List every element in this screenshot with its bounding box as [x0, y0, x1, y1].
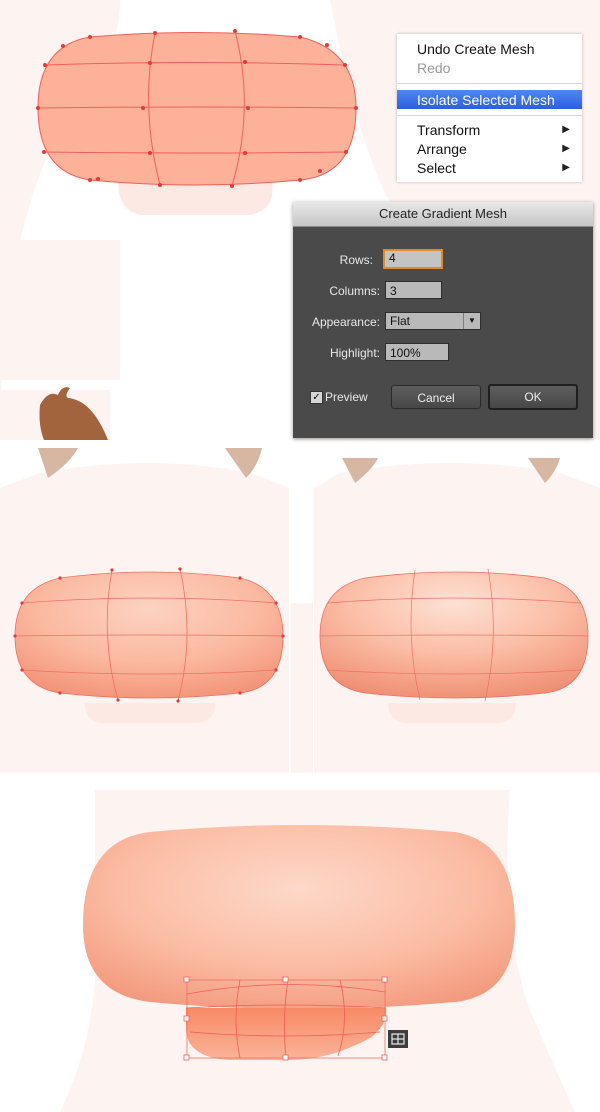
appearance-select[interactable]: Flat ▼	[385, 312, 481, 330]
menu-item-transform[interactable]: Transform ▶	[397, 120, 582, 139]
menu-item-select[interactable]: Select ▶	[397, 158, 582, 177]
menu-item-label: Isolate Selected Mesh	[417, 91, 555, 108]
menu-item-label: Transform	[417, 121, 481, 138]
appearance-value: Flat	[390, 314, 411, 328]
menu-item-arrange[interactable]: Arrange ▶	[397, 139, 582, 158]
rows-label: Rows:	[339, 253, 373, 267]
submenu-arrow-icon: ▶	[562, 162, 570, 173]
ok-button[interactable]: OK	[488, 384, 578, 410]
columns-input[interactable]: 3	[385, 281, 442, 299]
context-menu: Undo Create Mesh Redo Isolate Selected M…	[397, 34, 582, 182]
menu-item-label: Redo	[417, 59, 451, 76]
submenu-arrow-icon: ▶	[562, 143, 570, 154]
menu-item-label: Undo Create Mesh	[417, 40, 535, 57]
menu-item-redo[interactable]: Redo	[397, 58, 582, 77]
mesh-grid-glyph	[391, 1033, 405, 1045]
chevron-down-icon: ▼	[463, 313, 480, 329]
appearance-label: Appearance:	[311, 315, 380, 329]
mouth-right	[388, 703, 516, 723]
cancel-button[interactable]: Cancel	[391, 385, 481, 409]
menu-separator	[397, 83, 582, 84]
menu-item-isolate-selected-mesh[interactable]: Isolate Selected Mesh	[397, 90, 582, 109]
highlight-label: Highlight:	[329, 346, 380, 360]
menu-item-undo-create-mesh[interactable]: Undo Create Mesh	[397, 39, 582, 58]
mouth-left	[85, 703, 215, 723]
highlight-input[interactable]: 100%	[385, 343, 449, 361]
preview-checkbox[interactable]: ✓	[310, 391, 323, 404]
rows-input[interactable]: 4	[383, 249, 443, 269]
checkmark-icon: ✓	[312, 392, 321, 403]
head-block-left	[0, 240, 120, 380]
divider-strip	[291, 603, 313, 773]
preview-label: Preview	[325, 390, 368, 404]
create-gradient-mesh-dialog: Create Gradient Mesh Rows: 4 Columns: 3 …	[293, 202, 593, 438]
canvas-artwork-final	[60, 790, 575, 1112]
canvas-panel-mesh-step2	[0, 448, 600, 773]
menu-separator	[397, 115, 582, 116]
dialog-title: Create Gradient Mesh	[293, 202, 593, 227]
menu-item-label: Select	[417, 159, 456, 176]
nose-final	[83, 825, 515, 1009]
submenu-arrow-icon: ▶	[562, 124, 570, 135]
mesh-tool-icon[interactable]	[388, 1030, 408, 1048]
menu-item-label: Arrange	[417, 140, 467, 157]
mouth-shape	[118, 182, 273, 215]
canvas-panel-mesh-step3	[0, 780, 600, 1112]
canvas-artwork-comparison	[0, 448, 600, 773]
columns-label: Columns:	[329, 284, 380, 298]
nose-shape	[37, 32, 357, 186]
